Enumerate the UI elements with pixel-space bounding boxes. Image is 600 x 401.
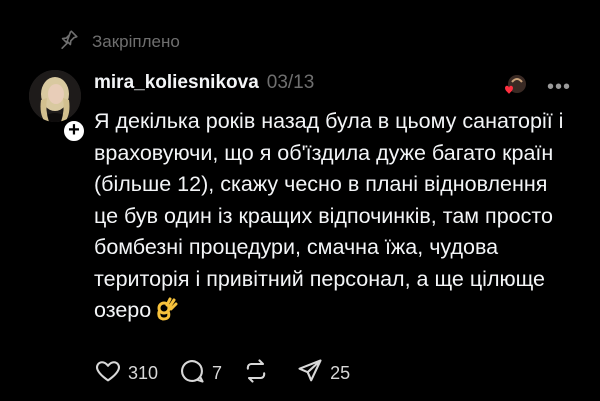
repost-icon — [242, 357, 270, 390]
heart-icon — [94, 357, 122, 390]
username[interactable]: mira_koliesnikova — [94, 72, 259, 94]
comment-count: 7 — [212, 363, 223, 383]
repost-button[interactable] — [242, 357, 276, 390]
post-text: Я декілька років назад була в цьому сана… — [94, 109, 564, 322]
comment-icon — [178, 357, 206, 390]
share-count: 25 — [330, 363, 351, 383]
share-button[interactable]: 25 — [296, 357, 350, 390]
pin-icon — [58, 28, 80, 55]
avatar[interactable] — [29, 70, 81, 122]
like-count: 310 — [128, 363, 159, 383]
pinned-label: Закріплено — [92, 31, 180, 51]
post-body: Я декілька років назад була в цьому сана… — [94, 106, 574, 327]
like-button[interactable]: 310 — [94, 357, 158, 390]
send-icon — [296, 357, 324, 390]
ok-hand-emoji-icon — [155, 297, 179, 321]
more-options-icon[interactable]: ••• — [547, 76, 571, 99]
avatar-container[interactable]: + — [29, 70, 87, 144]
post-date: 03/13 — [266, 72, 315, 93]
follow-plus-icon[interactable]: + — [61, 118, 87, 144]
comment-button[interactable]: 7 — [178, 357, 222, 390]
pinned-indicator: Закріплено — [58, 28, 180, 55]
liked-by-author-heart-icon — [500, 72, 530, 102]
post-header: mira_koliesnikova 03/13 — [94, 72, 314, 94]
action-bar: 310 7 25 — [94, 357, 370, 390]
